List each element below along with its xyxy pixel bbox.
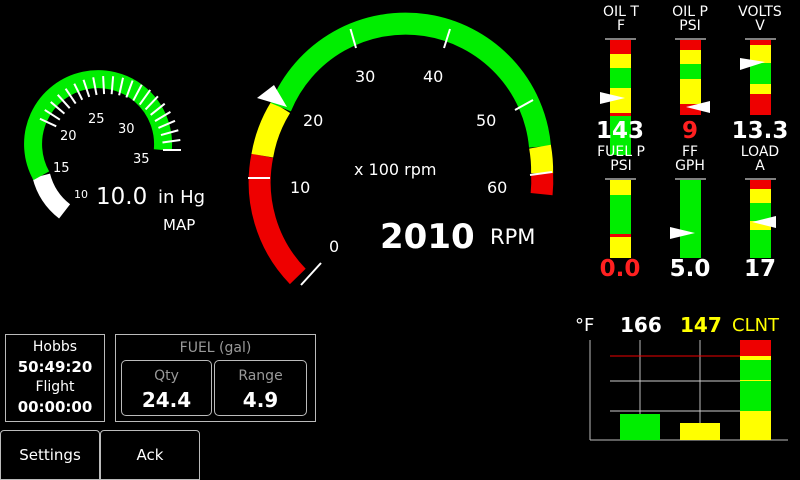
rpm-unit: RPM	[490, 225, 536, 249]
coolant-label: CLNT	[732, 315, 780, 336]
temp-unit: °F	[575, 315, 595, 336]
rpm-arc-red	[248, 153, 306, 285]
volts-unit: V	[755, 18, 765, 34]
egt1-value: 166	[620, 313, 662, 337]
oil-temp-unit: F	[616, 18, 626, 34]
fuel-pressure-bar	[605, 178, 636, 258]
oil-pressure-bar	[675, 38, 710, 115]
rpm-tick-label-40: 40	[423, 67, 444, 86]
flight-value: 00:00:00	[17, 398, 93, 416]
map-tick-label-35: 35	[133, 152, 150, 167]
rpm-tick-label-10: 10	[290, 178, 311, 197]
rpm-multiplier: x 100 rpm	[354, 160, 437, 179]
fuel-flow-unit: GPH	[675, 158, 705, 174]
fuel-flow-bar	[670, 178, 706, 258]
fuel-flow-value: 5.0	[669, 256, 711, 282]
fuel-range-label: Range	[238, 368, 283, 384]
map-tick-label-30: 30	[118, 122, 135, 137]
map-tick-label-25: 25	[88, 112, 105, 127]
fuel-pressure-unit: PSI	[610, 158, 632, 174]
hobbs-value: 50:49:20	[17, 358, 93, 376]
oil-pressure-unit: PSI	[679, 18, 701, 34]
rpm-arc-red-high	[530, 172, 554, 196]
egt2-bar	[680, 423, 720, 440]
fuel-pressure-value: 0.0	[599, 256, 641, 282]
rpm-arc-yellow	[251, 101, 291, 158]
temp-chart	[589, 340, 788, 441]
hobbs-label: Hobbs	[32, 339, 78, 355]
rpm-tick-label-50: 50	[476, 111, 497, 130]
rpm-tick-0	[300, 262, 322, 286]
map-value: 10.0	[96, 184, 148, 210]
flight-label: Flight	[35, 379, 75, 395]
volts-value: 13.3	[731, 118, 789, 144]
map-arc-white	[32, 173, 71, 219]
oil-pressure-value: 9	[681, 118, 698, 144]
fuel-qty-label: Qty	[154, 368, 179, 384]
map-tick-label-20: 20	[60, 129, 77, 144]
fuel-box: FUEL (gal) Qty 24.4 Range 4.9	[115, 334, 316, 422]
load-unit: A	[755, 158, 765, 174]
map-unit: in Hg	[158, 187, 206, 208]
fuel-range-value: 4.9	[242, 388, 279, 412]
ack-button[interactable]: Ack	[100, 430, 200, 480]
egt1-bar	[620, 414, 660, 440]
volts-bar	[740, 38, 776, 115]
fuel-qty-value: 24.4	[141, 388, 192, 412]
load-bar	[745, 178, 776, 258]
oil-temp-value: 143	[595, 118, 644, 144]
rpm-tick-label-20: 20	[303, 111, 324, 130]
fuel-title: FUEL (gal)	[179, 340, 252, 356]
rpm-tick-label-0: 0	[329, 237, 340, 256]
rpm-tick-label-60: 60	[487, 178, 508, 197]
map-label: MAP	[163, 216, 196, 234]
rpm-tick-label-30: 30	[355, 67, 376, 86]
map-tick-label-10: 10	[74, 188, 88, 201]
rpm-arc-yellow-high	[529, 144, 554, 174]
hobbs-box: Hobbs 50:49:20 Flight 00:00:00	[5, 334, 105, 422]
map-tick	[102, 76, 106, 95]
rpm-value: 2010	[380, 217, 475, 257]
map-tick-label-15: 15	[53, 161, 70, 176]
fuel-qty-box: Qty 24.4	[121, 360, 212, 416]
load-value: 17	[743, 256, 776, 282]
settings-button[interactable]: Settings	[0, 430, 100, 480]
fuel-range-box: Range 4.9	[214, 360, 307, 416]
egt2-value: 147	[680, 313, 722, 337]
